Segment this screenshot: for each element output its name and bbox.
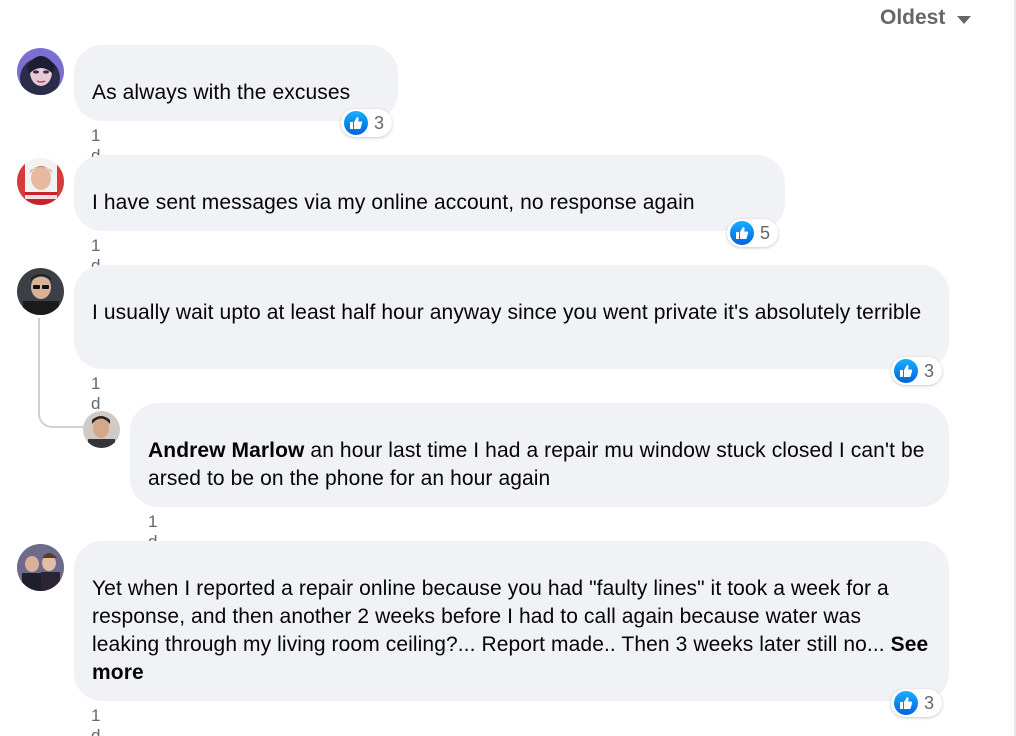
comment-text: I usually wait upto at least half hour a… [92, 301, 922, 324]
avatar[interactable] [17, 158, 64, 205]
sort-label: Oldest [880, 6, 946, 29]
comment-bubble: Yet when I reported a repair online beca… [74, 541, 949, 701]
comment-timestamp[interactable]: 1 d [91, 706, 101, 736]
reaction-badge[interactable]: 5 [727, 219, 779, 247]
like-thumbs-up-icon [730, 221, 754, 245]
like-thumbs-up-icon [344, 111, 368, 135]
caret-down-icon [957, 15, 972, 24]
like-thumbs-up-icon [894, 359, 918, 383]
reply-avatar[interactable] [83, 411, 120, 448]
comment-text: Yet when I reported a repair online beca… [92, 577, 889, 656]
sort-dropdown[interactable]: Oldest [880, 6, 972, 30]
reply-author-link[interactable]: Andrew Marlow [148, 439, 304, 462]
reaction-count: 3 [924, 360, 935, 381]
comment-text: As always with the excuses [92, 81, 351, 104]
reply-thread-connector [38, 318, 84, 428]
reaction-badge[interactable]: 3 [891, 357, 943, 385]
avatar[interactable] [17, 48, 64, 95]
avatar[interactable] [17, 544, 64, 591]
comment-text: I have sent messages via my online accou… [92, 191, 695, 214]
like-thumbs-up-icon [894, 691, 918, 715]
reaction-badge[interactable]: 3 [341, 109, 393, 137]
reaction-count: 3 [924, 692, 935, 713]
comment-bubble: I have sent messages via my online accou… [74, 155, 785, 231]
comment-timestamp[interactable]: 1 d [91, 374, 101, 414]
avatar[interactable] [17, 268, 64, 315]
reaction-count: 5 [760, 222, 771, 243]
reply-bubble: Andrew Marlow an hour last time I had a … [130, 403, 949, 507]
reaction-badge[interactable]: 3 [891, 689, 943, 717]
comment-bubble: I usually wait upto at least half hour a… [74, 265, 949, 369]
comments-panel: Oldest As always with the excuses 3 1 d [0, 0, 1016, 736]
reaction-count: 3 [374, 112, 385, 133]
